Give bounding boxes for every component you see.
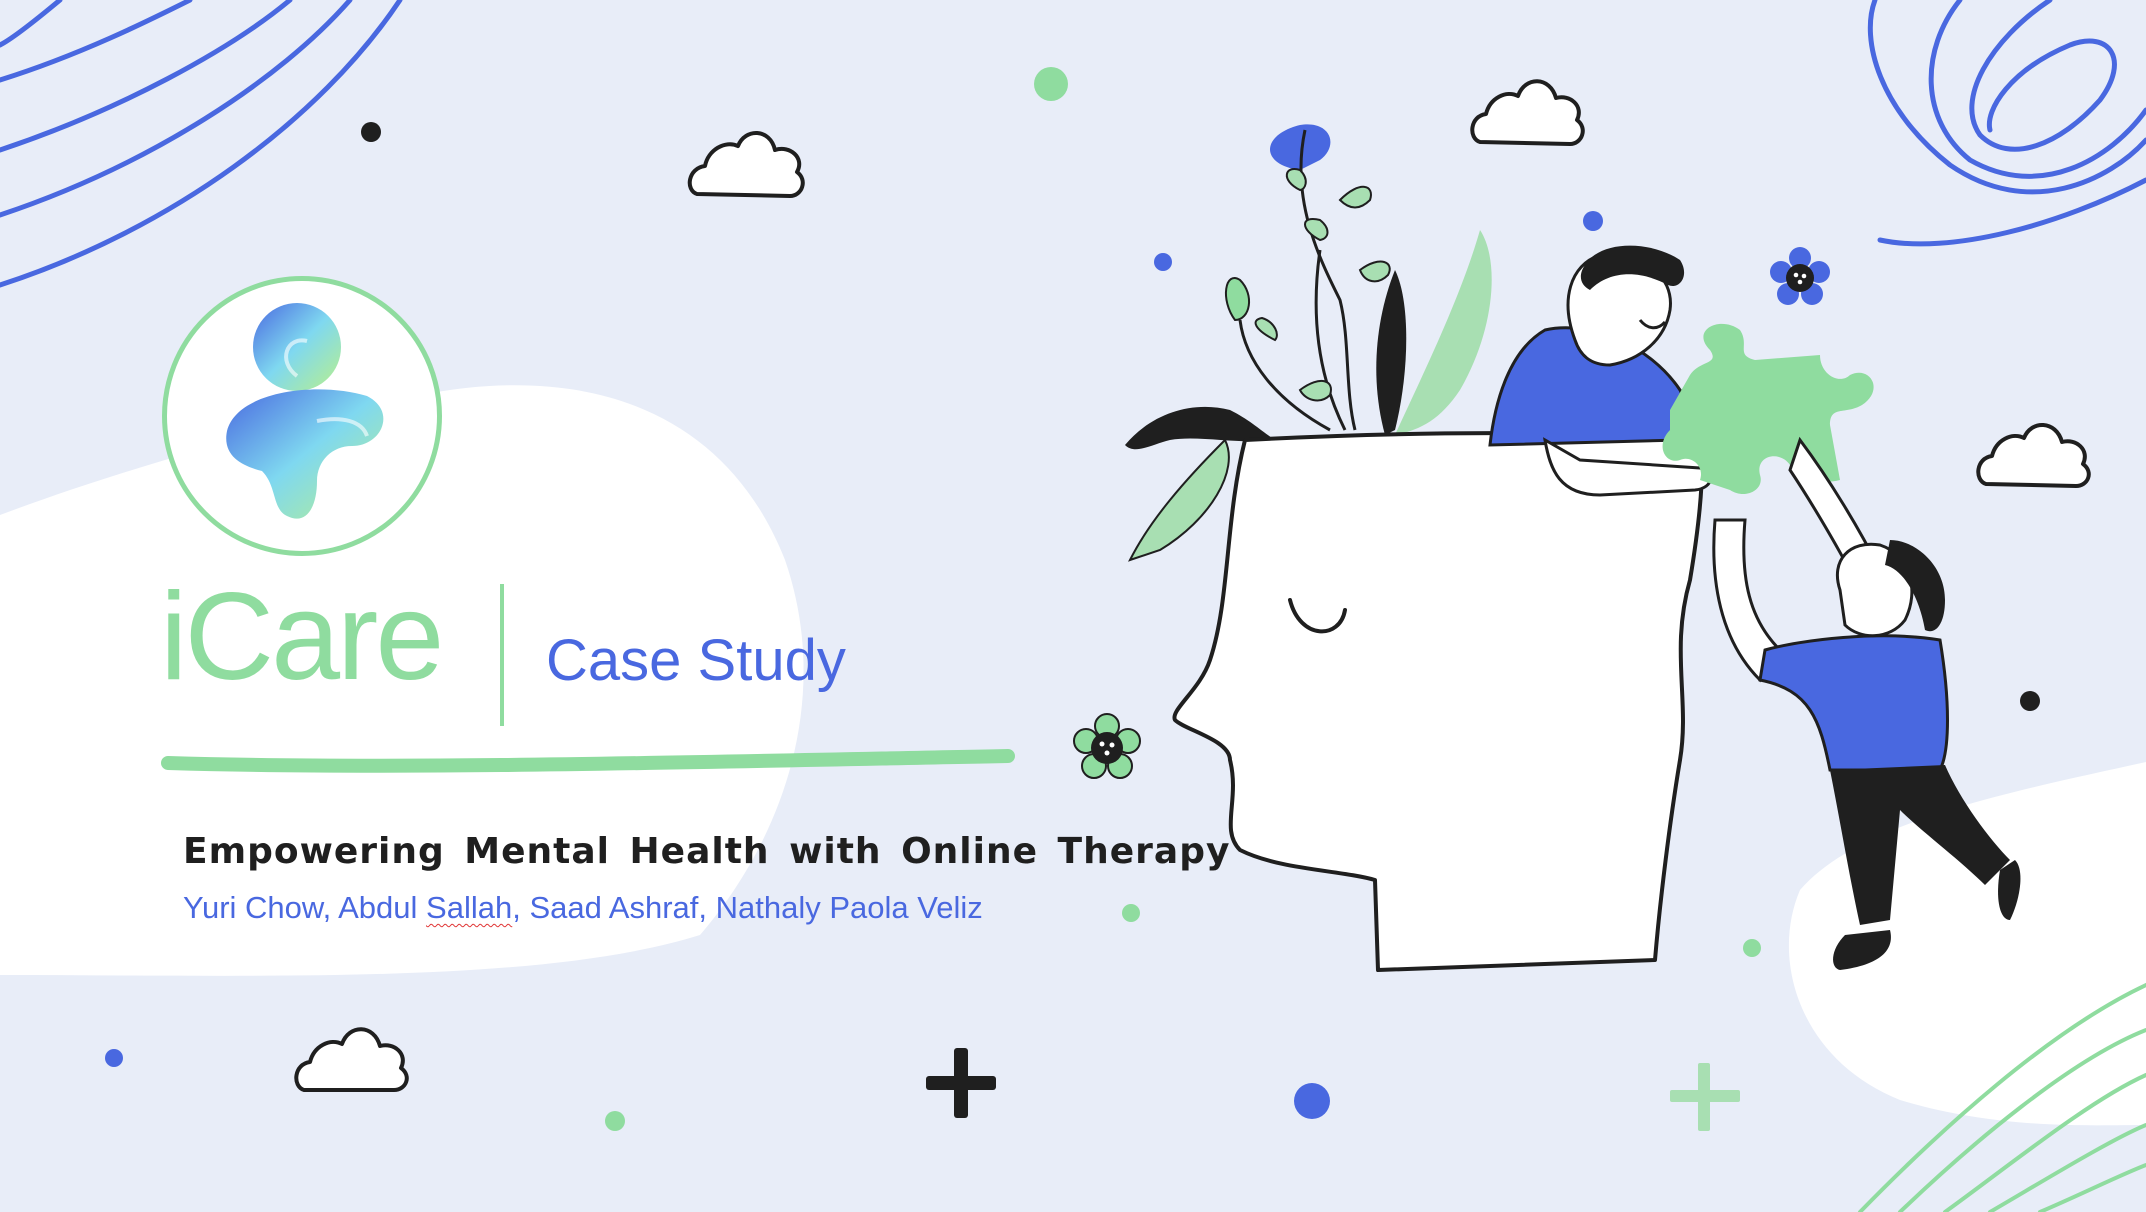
author-name-first: Abdul <box>338 890 418 925</box>
head-outline <box>1172 431 1704 972</box>
plus-icon <box>926 1048 996 1118</box>
author-name: Saad Ashraf, <box>529 890 707 925</box>
subtitle: Case Study <box>546 628 846 693</box>
cloud-icon <box>1976 423 2091 488</box>
cloud-icon <box>687 131 805 198</box>
dot-dark <box>361 122 381 142</box>
cloud-icon <box>1470 79 1585 146</box>
dot-blue <box>105 1049 123 1067</box>
dot-dark <box>2020 691 2040 711</box>
logo-icon <box>226 303 384 519</box>
dot-blue <box>1294 1083 1330 1119</box>
dot-blue <box>1583 211 1603 231</box>
author-list: Yuri Chow, Abdul Sallah, Saad Ashraf, Na… <box>183 892 983 923</box>
author-name-last: Sallah <box>426 890 513 925</box>
dot-green <box>1122 904 1140 922</box>
dot-green <box>1743 939 1761 957</box>
logo-badge <box>162 276 442 556</box>
tagline: Empowering Mental Health with Online The… <box>183 831 1231 872</box>
brand-title: iCare <box>160 568 444 706</box>
flower-icon <box>1770 247 1830 305</box>
plus-icon <box>1670 1063 1740 1131</box>
brand-divider <box>500 584 504 726</box>
swirl-lines-top-left <box>0 0 403 288</box>
author-name: Yuri Chow, <box>183 890 332 925</box>
cloud-icon <box>294 1027 409 1092</box>
swirl-lines-top-right <box>1867 0 2146 247</box>
dot-blue <box>1154 253 1172 271</box>
author-name: Nathaly Paola Veliz <box>715 890 983 925</box>
flower-icon <box>1073 713 1141 779</box>
author-separator: , <box>512 890 521 925</box>
dot-green <box>605 1111 625 1131</box>
title-slide: iCare Case Study Empowering Mental Healt… <box>0 0 2146 1212</box>
dot-green <box>1034 67 1068 101</box>
